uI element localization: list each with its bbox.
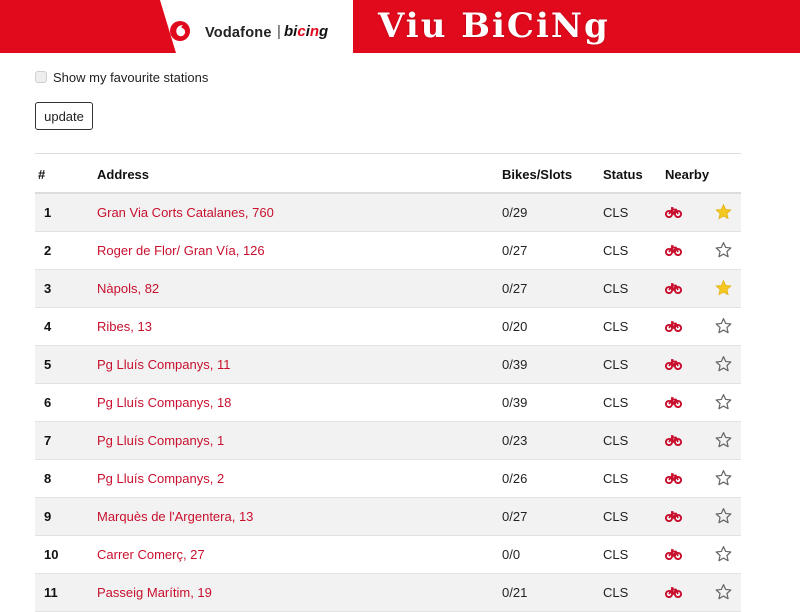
bike-icon[interactable] [665,548,682,560]
table-row: 10 Carrer Comerç, 27 0/0 CLS [35,536,741,574]
bikes-slots: 0/26 [502,471,528,486]
header-num: # [38,167,46,182]
station-number: 1 [44,205,52,220]
station-address-link[interactable]: Marquès de l'Argentera, 13 [97,509,253,524]
station-status: CLS [603,205,629,220]
station-status: CLS [603,471,629,486]
station-number: 5 [44,357,52,372]
station-address-link[interactable]: Pg Lluís Companys, 18 [97,395,231,410]
bike-icon[interactable] [665,282,682,294]
station-address-link[interactable]: Nàpols, 82 [97,281,159,296]
station-address-link[interactable]: Gran Via Corts Catalanes, 760 [97,205,274,220]
star-outline-icon[interactable] [714,545,733,563]
bikes-slots: 0/27 [502,243,528,258]
star-outline-icon[interactable] [714,431,733,449]
station-address-link[interactable]: Ribes, 13 [97,319,152,334]
station-status: CLS [603,243,629,258]
bikes-slots: 0/27 [502,281,528,296]
table-header: # Address Bikes/Slots Status Nearby [35,154,741,194]
bike-icon[interactable] [665,244,682,256]
brand-name: Vodafone [205,25,272,41]
star-outline-icon[interactable] [714,393,733,411]
table-row: 11 Passeig Marítim, 19 0/21 CLS [35,574,741,612]
bicing-logo: bicing [284,23,329,40]
station-number: 9 [44,509,52,524]
station-number: 6 [44,395,52,410]
header-address: Address [97,167,150,182]
bikes-slots: 0/23 [502,433,528,448]
header-nearby: Nearby [665,167,710,182]
table-row: 9 Marquès de l'Argentera, 13 0/27 CLS [35,498,741,536]
station-status: CLS [603,319,629,334]
table-row: 6 Pg Lluís Companys, 18 0/39 CLS [35,384,741,422]
station-address-link[interactable]: Pg Lluís Companys, 11 [97,357,230,372]
station-status: CLS [603,395,629,410]
update-button[interactable]: update [35,102,93,130]
station-address-link[interactable]: Roger de Flor/ Gran Vía, 126 [97,243,265,258]
bikes-slots: 0/20 [502,319,528,334]
star-outline-icon[interactable] [714,469,733,487]
table-row: 2 Roger de Flor/ Gran Vía, 126 0/27 CLS [35,232,741,270]
station-status: CLS [603,585,629,600]
table-row: 1 Gran Via Corts Catalanes, 760 0/29 CLS [35,194,741,232]
table-row: 3 Nàpols, 82 0/27 CLS [35,270,741,308]
station-number: 8 [44,471,52,486]
station-number: 2 [44,243,52,258]
bike-icon[interactable] [665,206,682,218]
star-filled-icon[interactable] [714,279,733,297]
bikes-slots: 0/29 [502,205,528,220]
stations-table: # Address Bikes/Slots Status Nearby 1 Gra… [35,153,741,612]
bike-icon[interactable] [665,434,682,446]
star-outline-icon[interactable] [714,317,733,335]
star-outline-icon[interactable] [714,583,733,601]
table-row: 8 Pg Lluís Companys, 2 0/26 CLS [35,460,741,498]
bikes-slots: 0/39 [502,395,528,410]
station-number: 3 [44,281,52,296]
star-outline-icon[interactable] [714,241,733,259]
station-address-link[interactable]: Pg Lluís Companys, 1 [97,433,224,448]
bike-icon[interactable] [665,510,682,522]
star-filled-icon[interactable] [714,203,733,221]
station-status: CLS [603,547,629,562]
station-address-link[interactable]: Carrer Comerç, 27 [97,547,205,562]
app-title: Viu BiCiNg [378,6,610,46]
bike-icon[interactable] [665,396,682,408]
header-status: Status [603,167,643,182]
bike-icon[interactable] [665,472,682,484]
bike-icon[interactable] [665,358,682,370]
bikes-slots: 0/27 [502,509,528,524]
table-row: 5 Pg Lluís Companys, 11 0/39 CLS [35,346,741,384]
table-body: 1 Gran Via Corts Catalanes, 760 0/29 CLS 2 Ro… [35,194,741,612]
bikes-slots: 0/21 [502,585,528,600]
station-status: CLS [603,433,629,448]
station-address-link[interactable]: Pg Lluís Companys, 2 [97,471,224,486]
table-row: 4 Ribes, 13 0/20 CLS [35,308,741,346]
app-header: Vodafone | bicing Viu BiCiNg [0,0,800,53]
station-number: 7 [44,433,52,448]
bikes-slots: 0/0 [502,547,521,562]
table-row: 7 Pg Lluís Companys, 1 0/23 CLS [35,422,741,460]
station-number: 4 [44,319,52,334]
station-status: CLS [603,281,629,296]
bikes-slots: 0/39 [502,357,528,372]
favourites-checkbox[interactable] [35,71,47,83]
vodafone-logo-icon [170,21,190,41]
bike-icon[interactable] [665,320,682,332]
station-number: 10 [44,547,59,562]
favourites-label[interactable]: Show my favourite stations [53,70,208,85]
station-status: CLS [603,509,629,524]
station-number: 11 [44,585,58,600]
star-outline-icon[interactable] [714,507,733,525]
header-bikes: Bikes/Slots [502,167,573,182]
station-address-link[interactable]: Passeig Marítim, 19 [97,585,212,600]
station-status: CLS [603,357,629,372]
star-outline-icon[interactable] [714,355,733,373]
brand-separator: | [277,23,281,40]
